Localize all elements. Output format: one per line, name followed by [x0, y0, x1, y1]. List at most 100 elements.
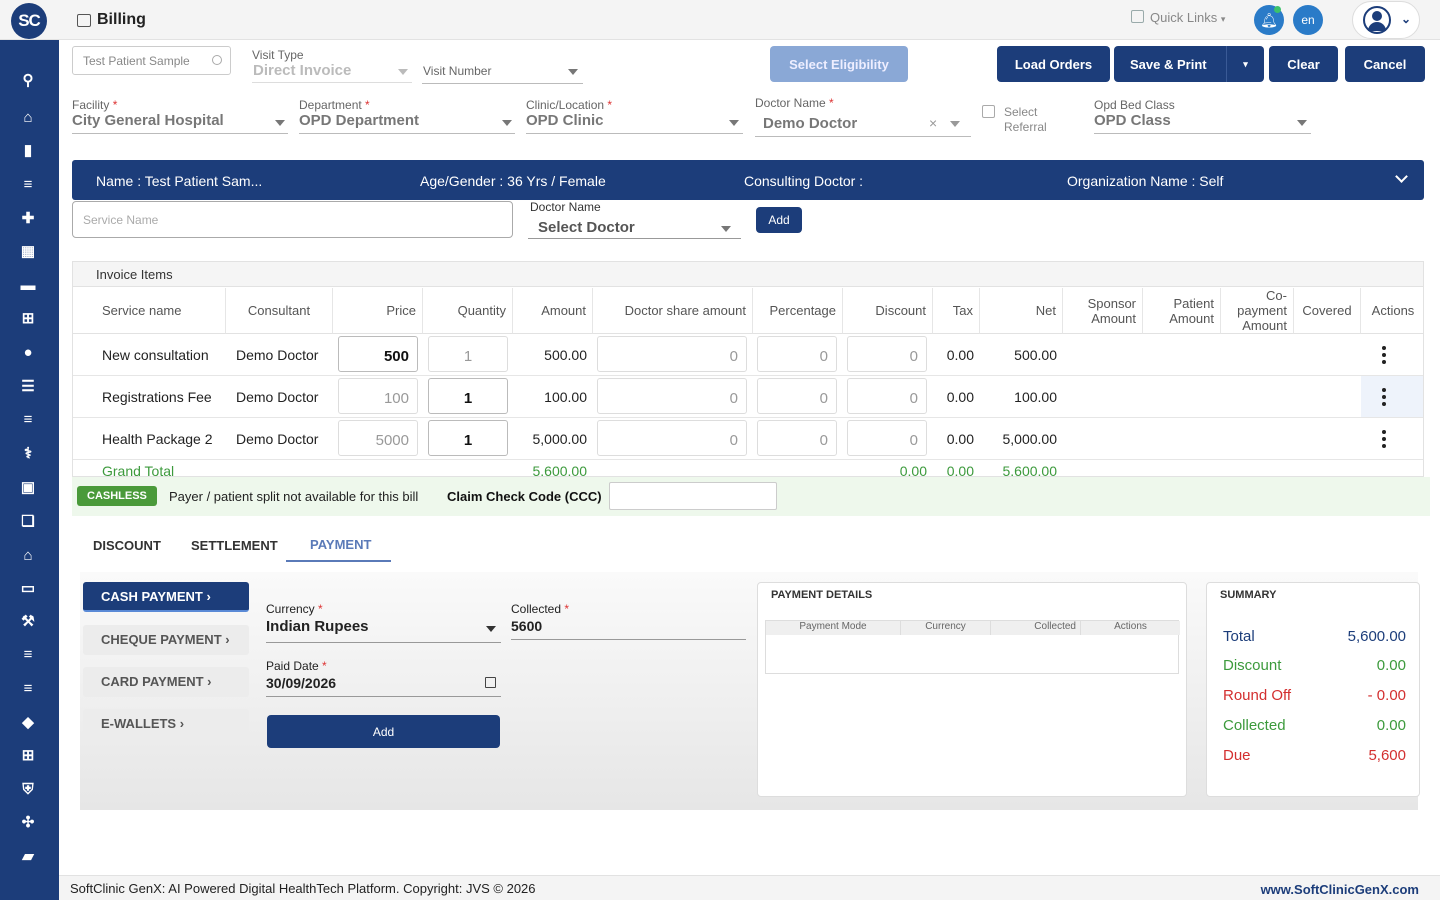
consultant-cell: Demo Doctor — [236, 431, 319, 447]
drop-icon[interactable]: ◆ — [18, 712, 38, 732]
percentage-input[interactable]: 0 — [757, 336, 837, 372]
menu-icon[interactable]: ≡ — [18, 409, 38, 429]
calendar-icon[interactable]: ▦ — [18, 241, 38, 261]
building-icon[interactable]: ⌂ — [18, 545, 38, 565]
menu-icon[interactable]: ≡ — [18, 644, 38, 664]
quantity-input[interactable]: 1 — [428, 378, 508, 414]
tab-payment[interactable]: PAYMENT — [310, 537, 371, 552]
net-cell: 5,000.00 — [1002, 431, 1058, 447]
chevron-down-icon — [950, 121, 960, 127]
department-select[interactable]: OPD Department — [299, 112, 419, 129]
doctor-share-input[interactable]: 0 — [597, 336, 747, 372]
doctor-name-select[interactable]: Demo Doctor — [763, 115, 857, 132]
wrench-icon[interactable]: ⚒ — [18, 611, 38, 631]
more-vert-icon[interactable] — [1382, 346, 1386, 364]
chevron-down-icon[interactable] — [1395, 170, 1408, 183]
required-mark: * — [322, 659, 327, 673]
table-row: Registrations Fee Demo Doctor 100 1 100.… — [73, 376, 1423, 418]
plus-square-icon[interactable]: ⊞ — [18, 308, 38, 328]
menu-icon[interactable]: ≡ — [18, 174, 38, 194]
list-icon[interactable]: ☰ — [18, 376, 38, 396]
chevron-down-icon — [398, 69, 408, 75]
footer-website-link[interactable]: www.SoftClinicGenX.com — [1261, 882, 1419, 897]
home-icon[interactable]: ⌂ — [18, 107, 38, 127]
discount-input[interactable]: 0 — [847, 336, 927, 372]
medical-bag-icon[interactable]: ✚ — [18, 208, 38, 228]
folder-icon[interactable]: ▰ — [18, 846, 38, 866]
department-label: Department * — [299, 98, 370, 112]
discount-input[interactable]: 0 — [847, 378, 927, 414]
devices-icon[interactable]: ▭ — [18, 578, 38, 598]
save-print-button[interactable]: Save & Print ▾ — [1114, 46, 1264, 82]
quick-links-menu[interactable]: Quick Links ▾ — [1131, 10, 1225, 25]
clinic-select[interactable]: OPD Clinic — [526, 112, 604, 129]
collected-input[interactable]: 5600 — [511, 618, 542, 634]
currency-select[interactable]: Indian Rupees — [266, 618, 369, 635]
calendar-icon[interactable] — [485, 677, 496, 688]
doctor-share-input[interactable]: 0 — [597, 420, 747, 456]
select-eligibility-button[interactable]: Select Eligibility — [770, 46, 908, 82]
quantity-input[interactable]: 1 — [428, 420, 508, 456]
discount-input[interactable]: 0 — [847, 420, 927, 456]
more-vert-icon[interactable] — [1382, 388, 1386, 406]
price-input[interactable]: 100 — [338, 378, 418, 414]
bed-class-label: Opd Bed Class — [1094, 98, 1175, 112]
more-vert-icon[interactable] — [1382, 430, 1386, 448]
doctor-label-text: Doctor Name — [755, 96, 826, 110]
visit-type-select[interactable]: Direct Invoice — [253, 62, 351, 79]
paid-date-input[interactable]: 30/09/2026 — [266, 675, 336, 691]
percentage-input[interactable]: 0 — [757, 378, 837, 414]
user-menu[interactable]: ⌄ — [1352, 1, 1420, 39]
ccc-input[interactable] — [609, 482, 777, 510]
pill-icon[interactable]: ⚕ — [18, 443, 38, 463]
select-referral-checkbox[interactable] — [982, 105, 995, 118]
e-wallets-button[interactable]: E-WALLETS › — [83, 709, 249, 739]
service-doctor-select[interactable]: Select Doctor — [538, 219, 635, 236]
service-name-input[interactable]: Service Name — [72, 201, 513, 238]
cash-payment-button[interactable]: CASH PAYMENT › — [83, 582, 249, 612]
invoice-header-bar: Invoice Items — [73, 262, 1423, 287]
clear-icon[interactable]: × — [929, 115, 937, 131]
medicine-box-icon[interactable]: ▣ — [18, 477, 38, 497]
patient-search-input[interactable]: Test Patient Sample — [72, 46, 231, 75]
cashless-strip: CASHLESS Payer / patient split not avail… — [72, 477, 1430, 516]
shield-icon[interactable]: ⛨ — [18, 779, 38, 799]
card-payment-button[interactable]: CARD PAYMENT › — [83, 667, 249, 697]
add-box-icon[interactable]: ⊞ — [18, 745, 38, 765]
cheque-payment-button[interactable]: CHEQUE PAYMENT › — [83, 625, 249, 655]
summary-panel: SUMMARY Total 5,600.00 Discount 0.00 Round… — [1206, 582, 1420, 797]
doctor-share-input[interactable]: 0 — [597, 378, 747, 414]
price-input[interactable]: 5000 — [338, 420, 418, 456]
chevron-down-icon — [275, 120, 285, 126]
clear-button[interactable]: Clear — [1269, 46, 1338, 82]
quantity-input[interactable]: 1 — [428, 336, 508, 372]
person-icon[interactable]: ● — [18, 342, 38, 362]
tab-discount[interactable]: DISCOUNT — [93, 538, 161, 553]
chevron-down-icon: ⌄ — [1401, 12, 1412, 26]
bed-icon[interactable]: ▬ — [18, 275, 38, 295]
tab-settlement[interactable]: SETTLEMENT — [191, 538, 278, 553]
language-button[interactable]: en — [1293, 5, 1323, 35]
column-header: Net — [980, 288, 1063, 334]
page-title: Billing — [97, 11, 146, 28]
network-icon[interactable]: ✣ — [18, 812, 38, 832]
price-input[interactable]: 500 — [338, 336, 418, 372]
add-payment-button[interactable]: Add — [267, 715, 500, 748]
notification-button[interactable]: 🔔︎ — [1254, 5, 1284, 35]
chart-icon[interactable]: ▮ — [18, 140, 38, 160]
search-icon[interactable]: ⚲ — [18, 70, 38, 90]
cancel-button[interactable]: Cancel — [1345, 46, 1425, 82]
load-orders-button[interactable]: Load Orders — [997, 46, 1110, 82]
currency-label-text: Currency — [266, 602, 315, 616]
app-logo[interactable]: SC — [11, 3, 47, 39]
visit-type-underline — [252, 82, 412, 83]
grand-total-amount: 5,600.00 — [532, 463, 588, 477]
menu-icon[interactable]: ≡ — [18, 678, 38, 698]
book-icon[interactable]: ❏ — [18, 511, 38, 531]
percentage-input[interactable]: 0 — [757, 420, 837, 456]
facility-select[interactable]: City General Hospital — [72, 112, 224, 129]
add-service-button[interactable]: Add — [756, 207, 802, 233]
visit-number-label[interactable]: Visit Number — [423, 64, 491, 78]
chevron-down-icon[interactable]: ▾ — [1226, 46, 1264, 82]
bed-class-select[interactable]: OPD Class — [1094, 112, 1171, 129]
